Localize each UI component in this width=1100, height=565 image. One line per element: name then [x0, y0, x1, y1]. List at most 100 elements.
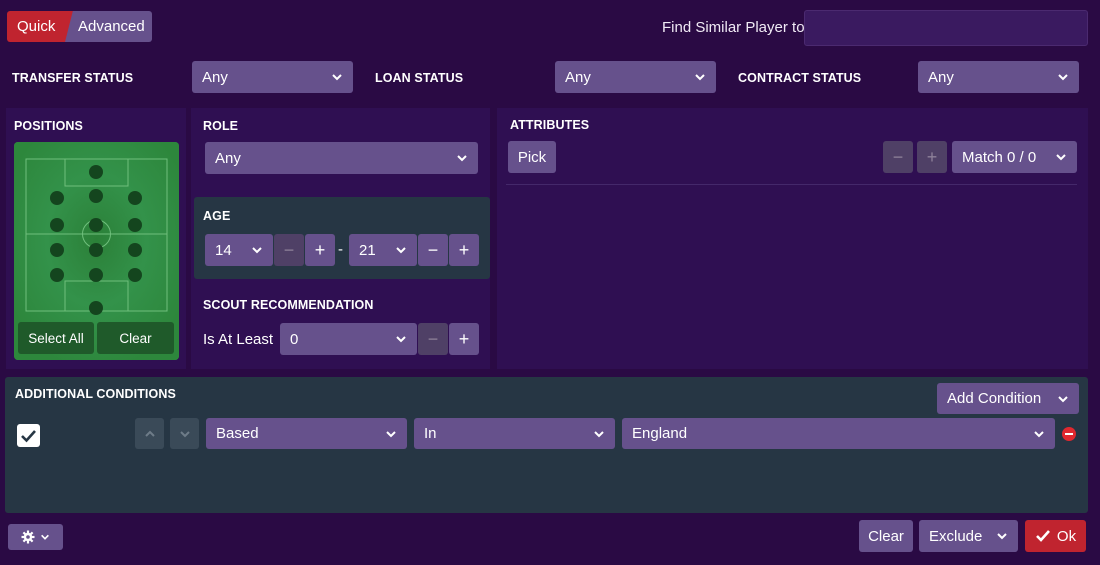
condition-field-value: Based: [216, 425, 259, 442]
transfer-status-value: Any: [202, 68, 228, 86]
contract-status-label: CONTRACT STATUS: [738, 71, 862, 85]
move-down-button[interactable]: [170, 418, 199, 449]
minus-icon: −: [283, 239, 295, 260]
find-similar-input[interactable]: [804, 10, 1088, 46]
ok-label: Ok: [1056, 527, 1077, 545]
scout-increment-button[interactable]: +: [449, 323, 479, 355]
loan-status-dropdown[interactable]: Any: [555, 61, 716, 93]
role-label: ROLE: [203, 119, 239, 133]
positions-label: POSITIONS: [14, 119, 83, 133]
role-value: Any: [215, 149, 241, 167]
age-max-increment-button[interactable]: +: [449, 234, 479, 266]
condition-operator-dropdown[interactable]: In: [414, 418, 615, 449]
scout-qualifier-label: Is At Least: [203, 331, 274, 348]
minus-icon: −: [427, 239, 439, 260]
attributes-pick-label: Pick: [517, 148, 547, 166]
age-label: AGE: [203, 209, 231, 223]
transfer-status-dropdown[interactable]: Any: [192, 61, 353, 93]
quick-tab-label: Quick: [17, 18, 56, 35]
age-max-value: 21: [359, 241, 376, 259]
attributes-divider: [506, 184, 1077, 185]
gear-icon: [21, 530, 35, 544]
age-min-increment-button[interactable]: +: [305, 234, 335, 266]
chevron-down-icon: [594, 430, 604, 437]
chevron-down-icon: [695, 74, 705, 81]
scout-recommendation-label: SCOUT RECOMMENDATION: [203, 298, 374, 312]
footer-clear-label: Clear: [868, 527, 904, 545]
age-panel: AGE 14 − + - 21 − +: [194, 197, 490, 279]
age-min-dropdown[interactable]: 14: [205, 234, 273, 266]
chevron-down-icon: [457, 155, 467, 162]
transfer-status-label: TRANSFER STATUS: [12, 71, 134, 85]
exclude-dropdown[interactable]: Exclude: [919, 520, 1018, 552]
mode-toggle: Quick Advanced: [7, 11, 152, 42]
settings-button[interactable]: [8, 524, 63, 550]
age-max-decrement-button[interactable]: −: [418, 234, 448, 266]
attributes-match-value: Match 0 / 0: [962, 148, 1037, 166]
loan-status-label: LOAN STATUS: [375, 71, 464, 85]
chevron-up-icon: [144, 430, 155, 437]
chevron-down-icon: [396, 247, 406, 254]
attributes-pick-button[interactable]: Pick: [508, 141, 556, 173]
plus-icon: +: [314, 239, 326, 260]
checkmark-icon: [21, 430, 36, 443]
chevron-down-icon: [1034, 430, 1044, 437]
chevron-down-icon: [179, 430, 190, 437]
positions-clear-label: Clear: [119, 330, 152, 346]
minus-icon: −: [427, 328, 439, 349]
find-similar-label: Find Similar Player to: [662, 19, 805, 36]
plus-icon: +: [926, 146, 938, 167]
condition-operator-value: In: [424, 425, 437, 442]
contract-status-value: Any: [928, 68, 954, 86]
age-separator: -: [338, 241, 343, 258]
minus-icon: −: [892, 146, 904, 167]
age-max-dropdown[interactable]: 21: [349, 234, 417, 266]
attributes-match-dropdown[interactable]: Match 0 / 0: [952, 141, 1077, 173]
role-dropdown[interactable]: Any: [205, 142, 478, 174]
scout-recommendation-dropdown[interactable]: 0: [280, 323, 417, 355]
chevron-down-icon: [1056, 154, 1066, 161]
loan-status-value: Any: [565, 68, 591, 86]
ok-button[interactable]: Ok: [1025, 520, 1086, 552]
condition-checkbox[interactable]: [17, 424, 40, 447]
attributes-increment-button[interactable]: +: [917, 141, 947, 173]
pitch[interactable]: Select All Clear: [14, 142, 179, 360]
age-min-value: 14: [215, 241, 232, 259]
add-condition-dropdown[interactable]: Add Condition: [937, 383, 1079, 414]
attributes-panel: ATTRIBUTES Pick − + Match 0 / 0: [497, 108, 1088, 369]
chevron-down-icon: [332, 74, 342, 81]
exclude-label: Exclude: [929, 527, 983, 545]
positions-panel: POSITIONS Select All Clear: [6, 108, 186, 369]
condition-field-dropdown[interactable]: Based: [206, 418, 407, 449]
chevron-down-icon: [997, 533, 1007, 540]
select-all-label: Select All: [28, 330, 84, 346]
attributes-decrement-button[interactable]: −: [883, 141, 913, 173]
chevron-down-icon: [1058, 74, 1068, 81]
contract-status-dropdown[interactable]: Any: [918, 61, 1079, 93]
remove-condition-button[interactable]: [1062, 427, 1076, 441]
chevron-down-icon: [1058, 395, 1068, 402]
add-condition-label: Add Condition: [947, 390, 1042, 407]
select-all-button[interactable]: Select All: [18, 322, 94, 354]
plus-icon: +: [458, 328, 470, 349]
attributes-label: ATTRIBUTES: [510, 118, 590, 132]
scout-recommendation-value: 0: [290, 330, 299, 348]
chevron-down-icon: [386, 430, 396, 437]
remove-icon: [1065, 433, 1073, 435]
advanced-tab-label: Advanced: [78, 18, 145, 35]
plus-icon: +: [458, 239, 470, 260]
footer-clear-button[interactable]: Clear: [859, 520, 913, 552]
move-up-button[interactable]: [135, 418, 164, 449]
chevron-down-icon: [41, 534, 49, 540]
age-min-decrement-button[interactable]: −: [274, 234, 304, 266]
role-panel: ROLE Any AGE 14 − + - 21 − + SCOUT RECOM…: [191, 108, 490, 369]
additional-conditions-label: ADDITIONAL CONDITIONS: [15, 387, 176, 401]
additional-conditions-panel: ADDITIONAL CONDITIONS Add Condition Base…: [5, 377, 1088, 513]
checkmark-icon: [1035, 530, 1050, 542]
chevron-down-icon: [252, 247, 262, 254]
condition-value-dropdown[interactable]: England: [622, 418, 1055, 449]
condition-value: England: [632, 425, 688, 442]
positions-clear-button[interactable]: Clear: [97, 322, 174, 354]
chevron-down-icon: [396, 336, 406, 343]
scout-decrement-button[interactable]: −: [418, 323, 448, 355]
